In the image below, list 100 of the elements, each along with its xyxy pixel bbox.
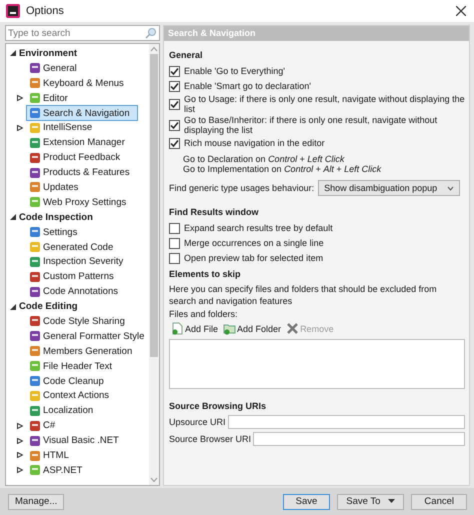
page-icon	[29, 166, 41, 179]
file-icon	[171, 322, 184, 335]
page-icon	[29, 315, 41, 328]
expander-icon[interactable]	[17, 438, 23, 444]
expander-icon[interactable]	[10, 304, 16, 310]
uri-field[interactable]	[228, 415, 465, 429]
tree-item[interactable]: General	[26, 60, 80, 76]
section-heading: Source Browsing URIs	[169, 401, 268, 411]
cross-icon	[286, 322, 300, 335]
expander-icon[interactable]	[10, 50, 16, 56]
page-icon	[29, 360, 41, 372]
dialog-button[interactable]: Cancel	[411, 494, 467, 510]
page-header: Search & Navigation	[164, 26, 469, 41]
checkbox[interactable]	[169, 98, 180, 110]
checkbox-label[interactable]: Enable 'Smart go to declaration'	[184, 81, 312, 91]
checkbox[interactable]	[169, 252, 180, 264]
checkbox-label[interactable]: Merge occurrences on a single line	[184, 238, 324, 248]
expander-icon[interactable]	[17, 452, 23, 458]
page-icon	[29, 390, 41, 402]
add-button[interactable]: Add File	[171, 322, 218, 335]
manage-button[interactable]: Manage...	[8, 494, 64, 510]
tree-item[interactable]: Products & Features	[26, 164, 133, 181]
tree-group[interactable]: Environment	[19, 48, 78, 59]
page-icon	[29, 330, 41, 342]
tree-item[interactable]: Members Generation	[26, 343, 136, 360]
tree-item[interactable]: C#	[26, 418, 58, 434]
dialog-button[interactable]: Save	[282, 494, 330, 510]
tree-item[interactable]: IntelliSense	[26, 120, 96, 136]
expander-icon[interactable]	[17, 95, 23, 102]
search-icon	[145, 27, 157, 39]
tree-item[interactable]: General Formatter Style	[26, 328, 148, 344]
tree-item[interactable]: Settings	[26, 224, 80, 240]
folder-icon	[223, 322, 236, 335]
tree-item[interactable]: Localization	[26, 402, 96, 419]
section-heading: Elements to skip	[169, 269, 242, 279]
tree-item[interactable]: Extension Manager	[26, 134, 128, 151]
expander-icon[interactable]	[17, 124, 23, 131]
tree-item[interactable]: HTML	[26, 448, 72, 464]
page-icon	[29, 77, 41, 90]
checkbox[interactable]	[169, 66, 180, 76]
list-label: Files and folders:	[169, 309, 239, 319]
tree-item[interactable]: Generated Code	[26, 239, 116, 256]
page-icon	[29, 270, 41, 283]
page-icon	[29, 62, 41, 74]
add-button[interactable]: Add Folder	[223, 322, 282, 335]
expander-icon[interactable]	[17, 422, 23, 429]
tree-item[interactable]: Product Feedback	[26, 150, 124, 166]
tree-group[interactable]: Code Editing	[19, 301, 78, 312]
tree-item[interactable]: Keyboard & Menus	[26, 75, 127, 92]
tree-item[interactable]: ASP.NET	[26, 462, 86, 478]
uri-field[interactable]	[253, 432, 465, 446]
checkbox-label[interactable]: Open preview tab for selected item	[184, 253, 324, 263]
checkbox-label[interactable]: Expand search results tree by default	[184, 223, 333, 233]
tree-item[interactable]: Custom Patterns	[26, 268, 117, 285]
section-heading: General	[169, 50, 204, 60]
tree-item[interactable]: Code Style Sharing	[26, 313, 128, 330]
tree-item[interactable]: Updates	[26, 179, 82, 196]
page-icon	[29, 152, 41, 164]
tree-item[interactable]: Inspection Severity	[26, 254, 126, 270]
page-icon	[29, 286, 41, 298]
page-icon	[29, 92, 41, 104]
checkbox[interactable]	[169, 138, 180, 148]
checkbox[interactable]	[169, 238, 180, 248]
checkbox-label[interactable]: Go to Usage: if there is only one result, navigate without displaying the list	[184, 94, 465, 114]
page-icon	[29, 136, 41, 149]
checkbox-label[interactable]: Rich mouse navigation in the editor	[184, 138, 325, 148]
tree-group[interactable]: Code Inspection	[19, 212, 93, 223]
tree-item[interactable]: Code Annotations	[26, 284, 122, 300]
checkbox[interactable]	[169, 80, 180, 92]
close-icon[interactable]	[456, 6, 466, 16]
checkbox[interactable]	[169, 222, 180, 234]
checkbox-label[interactable]: Go to Base/Inheritor: if there is only one result, navigate without displaying the list	[184, 115, 465, 135]
window-title: Options	[26, 5, 65, 17]
caret-icon	[447, 186, 454, 190]
page-icon	[29, 107, 41, 120]
split-button[interactable]: Save To	[337, 494, 404, 510]
tree-item[interactable]: File Header Text	[26, 358, 115, 374]
tree-item[interactable]: Editor	[26, 90, 71, 106]
app-icon	[6, 4, 20, 18]
tree-item[interactable]: Web Proxy Settings	[26, 194, 130, 210]
page-icon	[29, 241, 41, 254]
tree-item[interactable]: Context Actions	[26, 388, 112, 404]
page-icon	[29, 181, 41, 194]
checkbox-label[interactable]: Enable 'Go to Everything'	[184, 66, 285, 76]
hint-text: Go to Declaration on Control + Left Click	[183, 154, 344, 164]
page-icon	[29, 404, 41, 417]
behaviour-dropdown[interactable]: Show disambiguation popup	[318, 180, 460, 196]
section-heading: Find Results window	[169, 207, 260, 217]
tree-item[interactable]: Search & Navigation	[26, 105, 138, 122]
caret-icon	[388, 499, 396, 504]
checkbox[interactable]	[169, 120, 180, 130]
expander-icon[interactable]	[10, 214, 16, 220]
tree-item[interactable]: Visual Basic .NET	[26, 432, 122, 449]
page-icon	[29, 434, 41, 447]
tree-item[interactable]: Code Cleanup	[26, 373, 107, 390]
page-icon	[29, 375, 41, 388]
expander-icon[interactable]	[17, 467, 23, 474]
field-label: Source Browser URI	[169, 434, 252, 444]
field-label: Find generic type usages behaviour:	[169, 183, 314, 193]
search-field[interactable]: Type to search	[5, 25, 160, 41]
